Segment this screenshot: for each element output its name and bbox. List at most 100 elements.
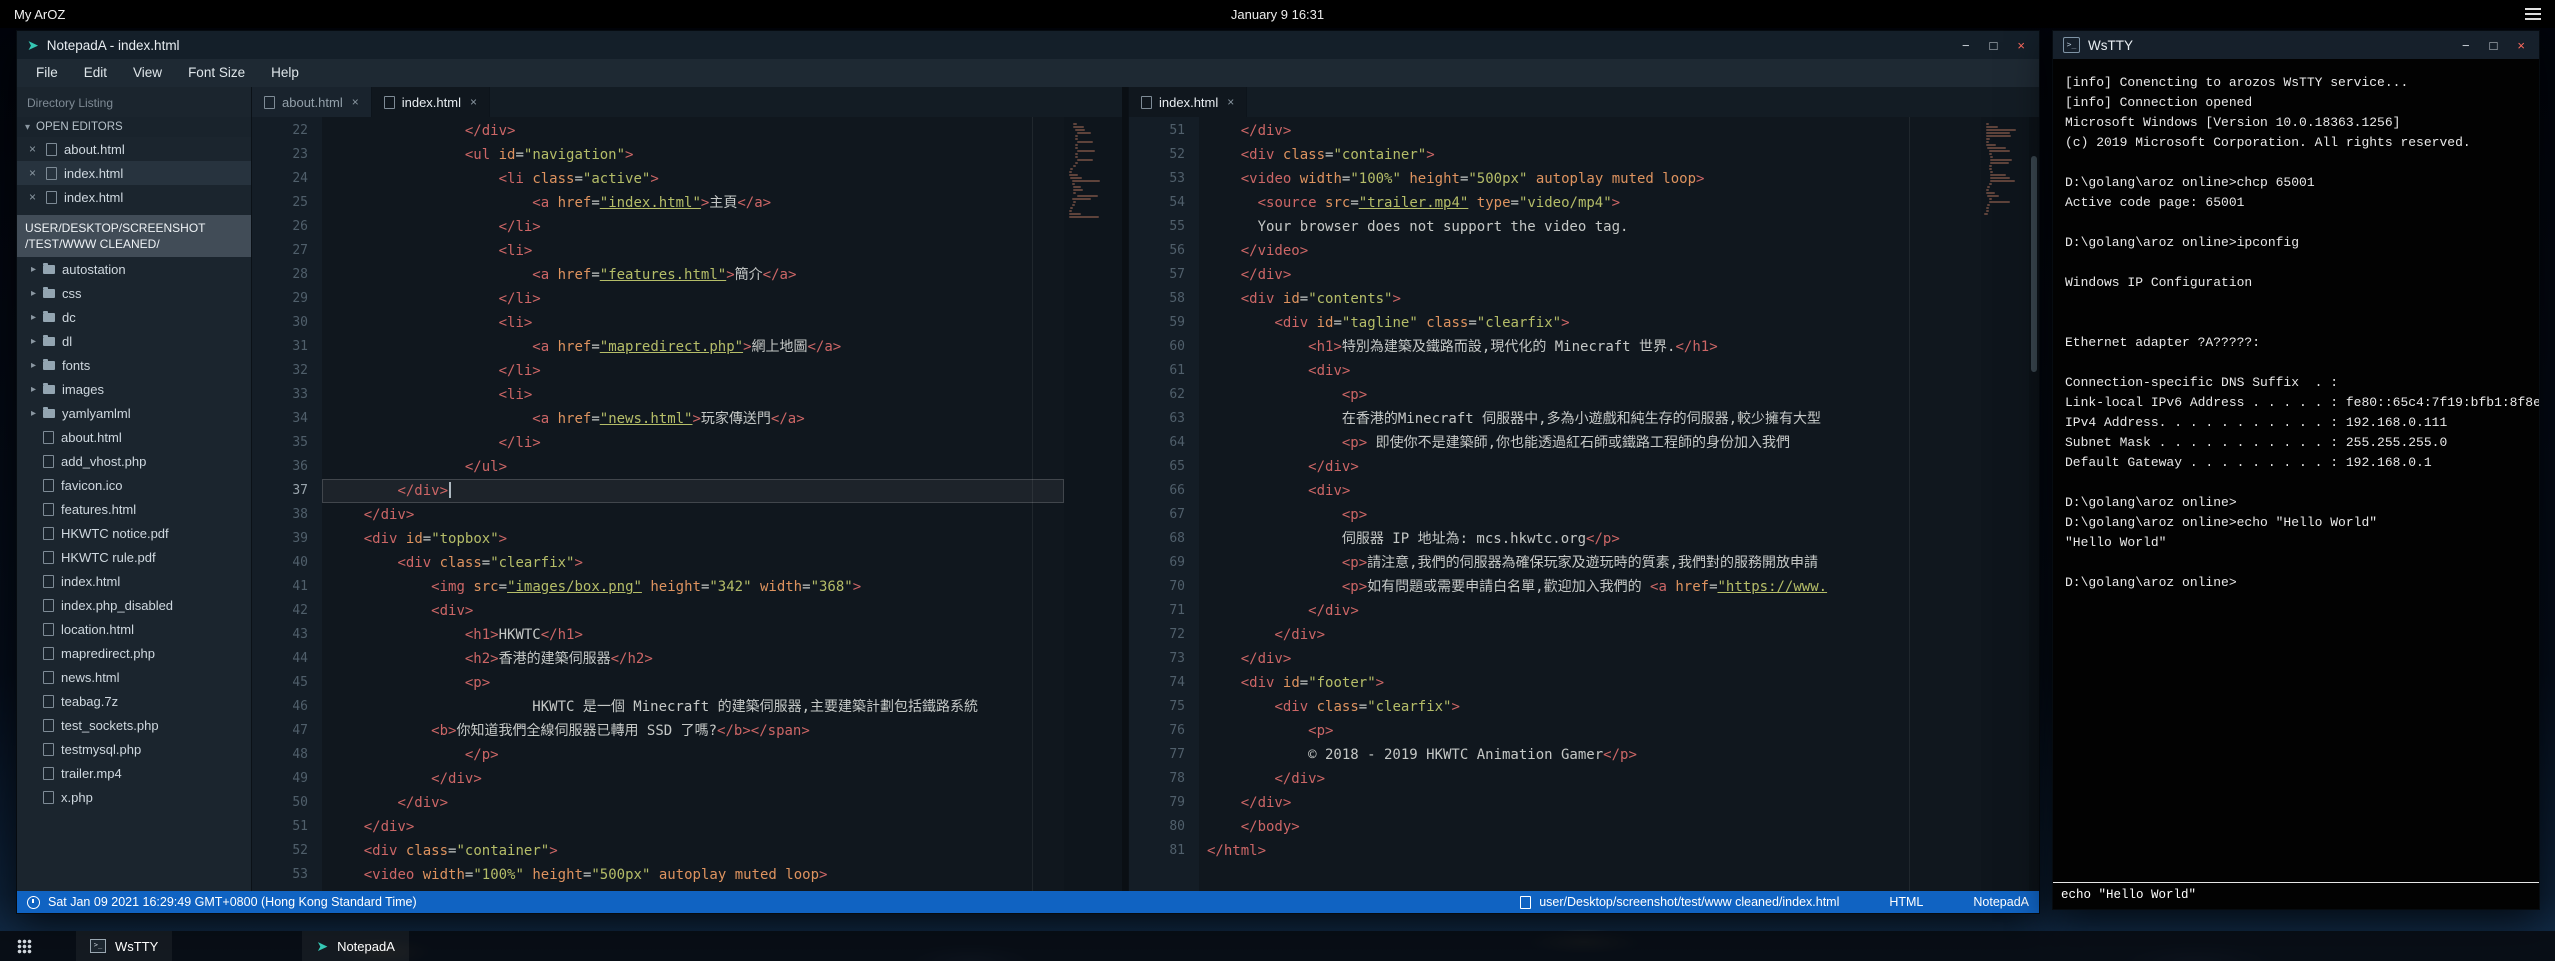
code-line[interactable]: <li> <box>322 239 1064 263</box>
code-line[interactable]: <a href="mapredirect.php">網上地圖</a> <box>322 335 1064 359</box>
terminal-input[interactable]: echo "Hello World" <box>2053 882 2539 909</box>
tree-file[interactable]: about.html <box>17 425 251 449</box>
tab-close-icon[interactable]: × <box>352 95 359 109</box>
code-line[interactable]: <p>請注意,我們的伺服器為確保玩家及遊玩時的質素,我們對的服務開放申請 <box>1199 551 1981 575</box>
menu-font-size[interactable]: Font Size <box>175 59 258 87</box>
code-line[interactable]: <li> <box>322 383 1064 407</box>
code-line[interactable]: <li class="active"> <box>322 167 1064 191</box>
code-line[interactable]: <div id="tagline" class="clearfix"> <box>1199 311 1981 335</box>
tree-file[interactable]: index.php_disabled <box>17 593 251 617</box>
code-line[interactable]: </p> <box>322 743 1064 767</box>
open-editor-item[interactable]: ×about.html <box>17 137 251 161</box>
tree-folder[interactable]: ▸dl <box>17 329 251 353</box>
code-line[interactable]: <h1>HKWTC</h1> <box>322 623 1064 647</box>
wstty-titlebar[interactable]: >_ WsTTY − □ × <box>2053 31 2539 59</box>
code-line[interactable]: </body> <box>1199 815 1981 839</box>
menu-view[interactable]: View <box>120 59 175 87</box>
workspace-root[interactable]: USER/DESKTOP/SCREENSHOT /TEST/WWW CLEANE… <box>17 215 251 257</box>
open-editor-item[interactable]: ×index.html <box>17 185 251 209</box>
tree-file[interactable]: testmysql.php <box>17 737 251 761</box>
code-line[interactable]: © 2018 - 2019 HKWTC Animation Gamer</p> <box>1199 743 1981 767</box>
scrollbar[interactable] <box>2029 117 2039 891</box>
code-line[interactable]: </div> <box>322 767 1064 791</box>
tree-file[interactable]: features.html <box>17 497 251 521</box>
code-line[interactable]: </div> <box>1199 767 1981 791</box>
code-line[interactable]: </div> <box>1199 791 1981 815</box>
code-line[interactable]: <ul id="navigation"> <box>322 143 1064 167</box>
code-area-left[interactable]: </div> <ul id="navigation"> <li class="a… <box>322 119 1064 887</box>
code-line[interactable]: </li> <box>322 431 1064 455</box>
code-line[interactable]: <img src="images/box.png" height="342" w… <box>322 575 1064 599</box>
code-line[interactable]: <a href="index.html">主頁</a> <box>322 191 1064 215</box>
tab-close-icon[interactable]: × <box>470 95 477 109</box>
code-line[interactable]: <p> <box>1199 719 1981 743</box>
tree-file[interactable]: test_sockets.php <box>17 713 251 737</box>
code-line[interactable]: <p> <box>322 671 1064 695</box>
tree-folder[interactable]: ▸autostation <box>17 257 251 281</box>
tree-file[interactable]: HKWTC notice.pdf <box>17 521 251 545</box>
code-line[interactable]: <div class="container"> <box>322 839 1064 863</box>
tree-folder[interactable]: ▸css <box>17 281 251 305</box>
statusbar-language-mode[interactable]: HTML <box>1889 895 1923 909</box>
code-line[interactable]: <li> <box>322 311 1064 335</box>
notepada-titlebar[interactable]: ➤ NotepadA - index.html − □ × <box>17 31 2039 59</box>
code-line[interactable]: </div> <box>322 503 1064 527</box>
code-line[interactable]: </div> <box>322 815 1064 839</box>
code-line[interactable]: <div id="topbox"> <box>322 527 1064 551</box>
code-line[interactable]: <video width="100%" height="500px" autop… <box>322 863 1064 887</box>
code-line[interactable]: </div> <box>1199 647 1981 671</box>
code-line[interactable]: </ul> <box>322 455 1064 479</box>
code-line[interactable]: HKWTC 是一個 Minecraft 的建築伺服器,主要建築計劃包括鐵路系統 <box>322 695 1064 719</box>
tree-file[interactable]: trailer.mp4 <box>17 761 251 785</box>
taskbar-item-notepada[interactable]: ➤ NotepadA <box>302 931 409 961</box>
tree-file[interactable]: news.html <box>17 665 251 689</box>
tree-file[interactable]: mapredirect.php <box>17 641 251 665</box>
code-line[interactable]: <div> <box>1199 479 1981 503</box>
code-line[interactable]: <div> <box>322 599 1064 623</box>
code-line[interactable]: <p> <box>1199 503 1981 527</box>
editor-tab[interactable]: about.html× <box>252 87 372 117</box>
tree-file[interactable]: favicon.ico <box>17 473 251 497</box>
close-button[interactable]: × <box>2517 38 2525 53</box>
tree-file[interactable]: add_vhost.php <box>17 449 251 473</box>
code-area-right[interactable]: </div> <div class="container"> <video wi… <box>1199 119 1981 863</box>
code-line[interactable]: </div> <box>322 119 1064 143</box>
taskbar-item-wstty[interactable]: >_ WsTTY <box>76 931 172 961</box>
code-line[interactable]: <a href="news.html">玩家傳送門</a> <box>322 407 1064 431</box>
code-line[interactable]: <p> 即使你不是建築師,你也能透過紅石師或鐵路工程師的身份加入我們 <box>1199 431 1981 455</box>
tree-folder[interactable]: ▸fonts <box>17 353 251 377</box>
code-line[interactable]: <a href="features.html">簡介</a> <box>322 263 1064 287</box>
code-line[interactable]: </div> <box>322 791 1064 815</box>
code-line[interactable]: 伺服器 IP 地址為: mcs.hkwtc.org</p> <box>1199 527 1981 551</box>
code-line[interactable]: </video> <box>1199 239 1981 263</box>
code-line[interactable]: <div> <box>1199 359 1981 383</box>
maximize-button[interactable]: □ <box>2490 38 2498 53</box>
code-line[interactable]: <h2>香港的建築伺服器</h2> <box>322 647 1064 671</box>
app-grid-button[interactable] <box>6 931 42 961</box>
code-line[interactable]: 在香港的Minecraft 伺服器中,多為小遊戲和純生存的伺服器,較少擁有大型 <box>1199 407 1981 431</box>
minimize-button[interactable]: − <box>2462 38 2470 53</box>
menu-edit[interactable]: Edit <box>71 59 120 87</box>
code-line[interactable]: <b>你知道我們全線伺服器已轉用 SSD 了嗎?</b></span> <box>322 719 1064 743</box>
open-editor-item[interactable]: ×index.html <box>17 161 251 185</box>
code-line[interactable]: <p>如有問題或需要申請白名單,歡迎加入我們的 <a href="https:/… <box>1199 575 1981 599</box>
code-line[interactable]: <source src="trailer.mp4" type="video/mp… <box>1199 191 1981 215</box>
tree-file[interactable]: x.php <box>17 785 251 809</box>
code-line[interactable]: Your browser does not support the video … <box>1199 215 1981 239</box>
scrollbar-thumb[interactable] <box>2031 156 2037 373</box>
system-menu-button[interactable]: My ArOZ <box>0 7 65 22</box>
tree-folder[interactable]: ▸images <box>17 377 251 401</box>
close-file-icon[interactable]: × <box>29 166 39 180</box>
code-line[interactable]: <div class="clearfix"> <box>322 551 1064 575</box>
tree-folder[interactable]: ▸dc <box>17 305 251 329</box>
code-line[interactable]: </li> <box>322 215 1064 239</box>
minimap-left[interactable] <box>1064 117 1122 891</box>
code-line[interactable]: <h1>特別為建築及鐵路而設,現代化的 Minecraft 世界.</h1> <box>1199 335 1981 359</box>
code-line[interactable]: <video width="100%" height="500px" autop… <box>1199 167 1981 191</box>
tab-close-icon[interactable]: × <box>1227 95 1234 109</box>
open-editors-header[interactable]: ▾ OPEN EDITORS <box>17 117 251 137</box>
tree-file[interactable]: teabag.7z <box>17 689 251 713</box>
menu-file[interactable]: File <box>23 59 71 87</box>
code-line[interactable]: <div class="container"> <box>1199 143 1981 167</box>
tree-file[interactable]: index.html <box>17 569 251 593</box>
